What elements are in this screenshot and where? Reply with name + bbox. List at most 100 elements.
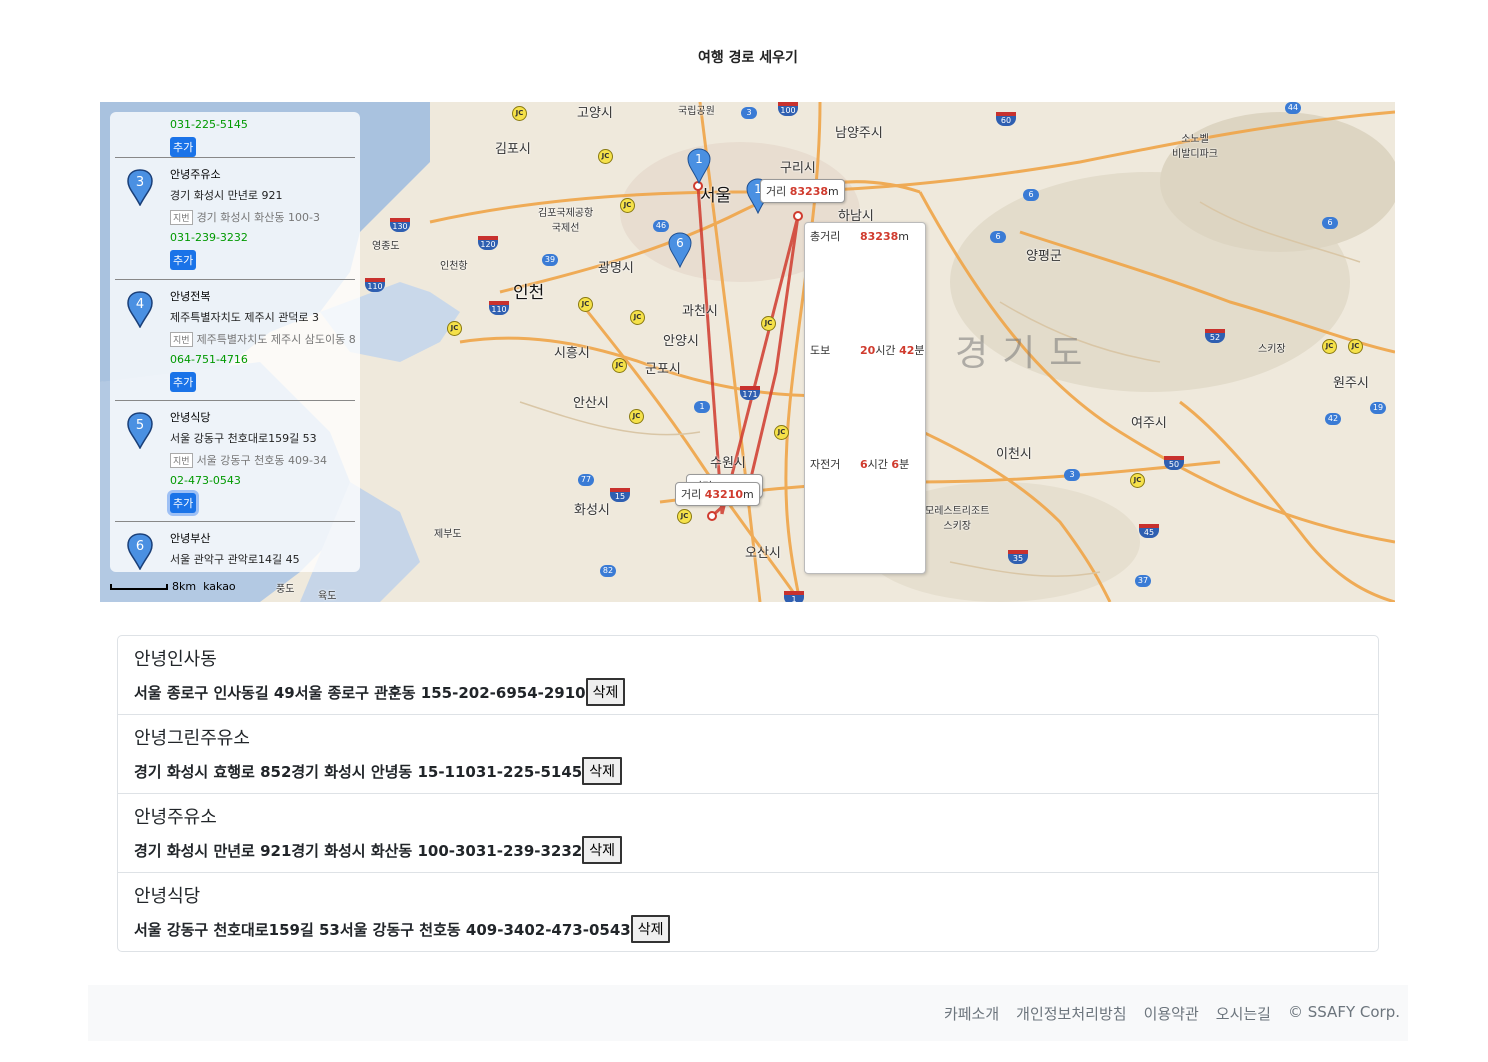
route-place-title: 안녕인사동 (134, 649, 217, 670)
route-badge: 19 (1370, 402, 1386, 414)
route-badge: 3 (1064, 469, 1080, 481)
jc-badge: JC (1348, 339, 1363, 354)
jc-badge: JC (512, 106, 527, 121)
info-bike: 자전거 6시간 6분 (810, 458, 910, 471)
map-label-gimpo-airport: 김포국제공항 국제선 (538, 208, 594, 234)
list-item: 안녕식당 서울 강동구 천호대로159길 53서울 강동구 천호동 409-34… (118, 873, 1378, 951)
place-list-item[interactable]: 3 안녕주유소 경기 화성시 만년로 921 지번 경기 화성시 화산동 100-… (115, 157, 355, 278)
route-place-detail: 서울 종로구 인사동길 49서울 종로구 관훈동 155-202-6954-29… (134, 678, 626, 706)
jc-badge: JC (761, 316, 776, 331)
place-list-item[interactable]: 5 안녕식당 서울 강동구 천호대로159길 53 지번 서울 강동구 천호동 4… (115, 400, 355, 521)
footer-link-terms[interactable]: 이용약관 (1144, 1003, 1199, 1024)
place-address: 경기 화성시 만년로 921 (170, 189, 283, 202)
list-item: 안녕인사동 서울 종로구 인사동길 49서울 종로구 관훈동 155-202-6… (118, 636, 1378, 715)
map-label-anyang: 안양시 (663, 334, 699, 349)
route-info-box: 총거리 83238m 도보 20시간 42분 자전거 6시간 6분 (804, 222, 926, 574)
route-place-title: 안녕주유소 (134, 807, 217, 828)
map-label-yukdo: 육도 (318, 591, 337, 602)
highway-badge: 60 (996, 112, 1016, 126)
svg-text:1: 1 (695, 152, 703, 166)
route-badge: 3 (741, 107, 757, 119)
jc-badge: JC (612, 358, 627, 373)
place-name: 안녕전복 (170, 290, 211, 303)
delete-button[interactable]: 삭제 (582, 757, 623, 785)
map-label-jebudo: 제부도 (434, 529, 462, 540)
highway-badge: 130 (390, 218, 410, 232)
place-phone: 031-225-5145 (170, 118, 248, 131)
footer-link-about[interactable]: 카페소개 (944, 1003, 999, 1024)
highway-badge: 100 (778, 102, 798, 116)
place-address: 제주특별자치도 제주시 관덕로 3 (170, 311, 320, 324)
svg-text:6: 6 (136, 539, 144, 554)
highway-badge: 110 (365, 278, 385, 292)
place-list-item[interactable]: 6 안녕부산 서울 관악구 관악로14길 45 (115, 521, 355, 572)
search-result-panel[interactable]: 031-225-5145 추가 3 안녕주유소 경기 화성시 만년로 921 지… (110, 112, 360, 572)
highway-badge: 1 (784, 591, 804, 602)
place-name: 안녕부산 (170, 532, 211, 545)
map-label-suwon: 수원시 (710, 456, 746, 471)
place-marker-icon: 5 (127, 412, 153, 449)
route-badge: 6 (1322, 217, 1338, 229)
place-phone: 064-751-4716 (170, 353, 248, 366)
map-label-siheung: 시흥시 (554, 346, 590, 361)
place-phone: 02-473-0543 (170, 474, 241, 487)
jc-badge: JC (1130, 473, 1145, 488)
place-list-item[interactable]: 4 안녕전복 제주특별자치도 제주시 관덕로 3 지번 제주특별자치도 제주시 삼… (115, 279, 356, 400)
highway-badge: 52 (1205, 329, 1225, 343)
add-button[interactable]: 추가 (170, 372, 197, 392)
map-label-namyangju: 남양주시 (835, 126, 883, 141)
map-label-park: 국립공원 (678, 106, 715, 117)
map-label-guri: 구리시 (780, 161, 816, 176)
map-marker-1[interactable]: 1 (687, 148, 711, 184)
map-label-ansan: 안산시 (573, 396, 609, 411)
highway-badge: 15 (610, 488, 630, 502)
route-map[interactable]: 고양시 국립공원 김포시 남양주시 구리시 서울 하남시 김포국제공항 국제선 … (100, 102, 1395, 602)
delete-button[interactable]: 삭제 (585, 678, 626, 706)
jc-badge: JC (447, 321, 462, 336)
footer-link-directions[interactable]: 오시는길 (1216, 1003, 1271, 1024)
route-badge: 44 (1285, 102, 1301, 114)
route-place-detail: 경기 화성시 만년로 921경기 화성시 화산동 100-3031-239-32… (134, 836, 623, 864)
footer: 카페소개 개인정보처리방침 이용약관 오시는길 © SSAFY Corp. (88, 985, 1408, 1041)
delete-button[interactable]: 삭제 (630, 915, 671, 943)
kakao-logo: kakao (203, 580, 236, 593)
route-badge: 6 (1023, 189, 1039, 201)
place-jibun: 지번 제주특별자치도 제주시 삼도이동 8 (170, 331, 356, 347)
jc-badge: JC (629, 409, 644, 424)
route-list: 안녕인사동 서울 종로구 인사동길 49서울 종로구 관훈동 155-202-6… (117, 635, 1379, 952)
highway-badge: 45 (1139, 524, 1159, 538)
route-badge: 77 (578, 474, 594, 486)
highway-badge: 35 (1008, 550, 1028, 564)
highway-badge: 110 (489, 301, 509, 315)
map-scale-bar: 8km kakao (110, 580, 236, 593)
map-label-icheon: 이천시 (996, 447, 1032, 462)
highway-badge: 120 (478, 236, 498, 250)
route-badge: 6 (990, 231, 1006, 243)
delete-button[interactable]: 삭제 (582, 836, 623, 864)
map-label-gunpo: 군포시 (645, 362, 681, 377)
add-button[interactable]: 추가 (170, 493, 197, 513)
jc-badge: JC (630, 310, 645, 325)
map-label-yeongjong: 영종도 (372, 241, 400, 252)
map-label-incheon-port: 인천항 (440, 261, 468, 272)
page-title: 여행 경로 세우기 (698, 50, 798, 66)
footer-link-privacy[interactable]: 개인정보처리방침 (1016, 1003, 1126, 1024)
place-address: 서울 강동구 천호대로159길 53 (170, 432, 317, 445)
place-name: 안녕주유소 (170, 168, 221, 181)
place-address: 서울 관악구 관악로14길 45 (170, 553, 300, 566)
map-label-gwacheon: 과천시 (682, 304, 718, 319)
route-badge: 46 (653, 220, 669, 232)
map-label-yangpyeong: 양평군 (1026, 249, 1062, 264)
jc-badge: JC (677, 509, 692, 524)
map-label-hwaseong: 화성시 (574, 503, 610, 518)
add-button[interactable]: 추가 (170, 137, 197, 157)
add-button[interactable]: 추가 (170, 250, 197, 270)
route-badge: 37 (1135, 575, 1151, 587)
map-label-ski: 스키장 (1258, 344, 1286, 355)
svg-text:6: 6 (676, 236, 684, 250)
map-marker-6[interactable]: 6 (668, 232, 692, 268)
footer-copyright: © SSAFY Corp. (1287, 1003, 1400, 1021)
map-label-gyeonggi: 경기도 (955, 333, 1097, 374)
map-label-resort: 모레스트리조트 스키장 (925, 506, 990, 532)
map-label-incheon: 인천 (513, 283, 545, 303)
